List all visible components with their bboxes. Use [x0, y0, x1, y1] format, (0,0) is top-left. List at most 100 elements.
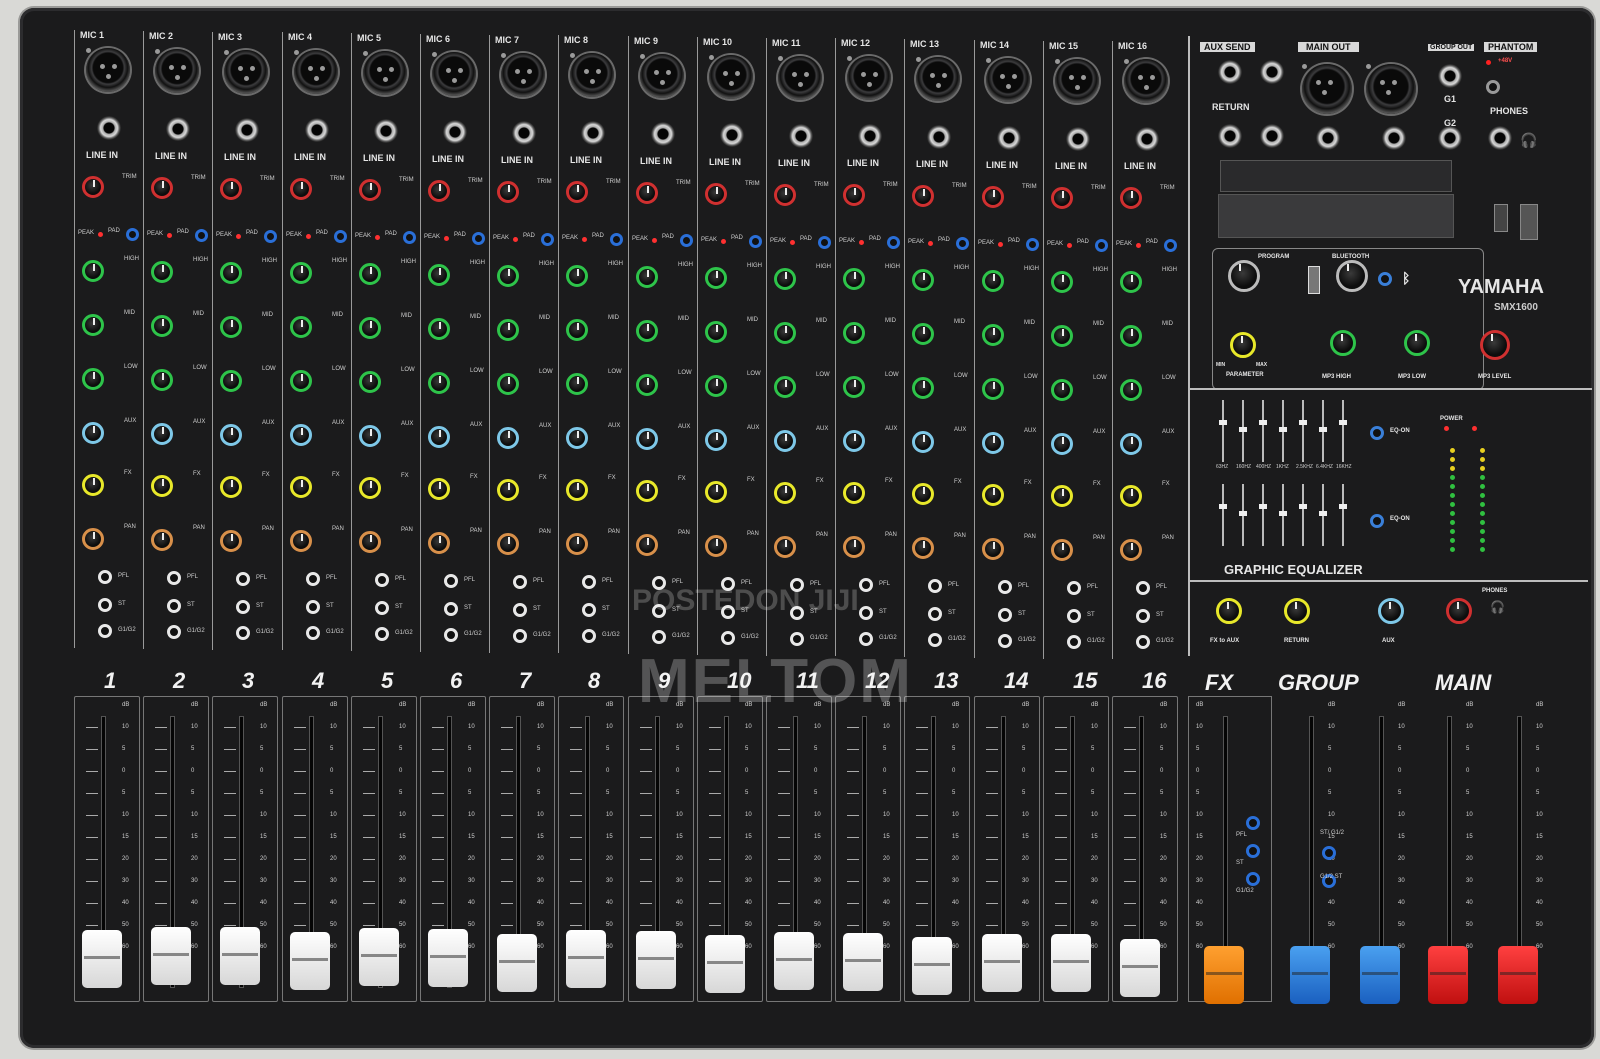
- usb-port-icon[interactable]: [1494, 204, 1508, 232]
- low-knob[interactable]: [912, 377, 934, 399]
- high-knob[interactable]: [1120, 271, 1142, 293]
- g1g2-button[interactable]: [444, 628, 458, 642]
- pfl-button[interactable]: [859, 578, 873, 592]
- fx-knob[interactable]: [774, 482, 796, 504]
- pfl-button[interactable]: [582, 575, 596, 589]
- aux-knob[interactable]: [982, 432, 1004, 454]
- mp3-high-knob[interactable]: [1330, 330, 1356, 356]
- low-knob[interactable]: [428, 372, 450, 394]
- low-knob[interactable]: [774, 376, 796, 398]
- low-knob[interactable]: [82, 368, 104, 390]
- g1g2-button[interactable]: [1136, 635, 1150, 649]
- trim-knob[interactable]: [636, 182, 658, 204]
- fx-knob[interactable]: [220, 476, 242, 498]
- trim-knob[interactable]: [82, 176, 104, 198]
- fx-knob[interactable]: [151, 475, 173, 497]
- st-button[interactable]: [306, 600, 320, 614]
- return-jack-left[interactable]: [1218, 124, 1242, 148]
- channel-fader[interactable]: [1051, 934, 1091, 992]
- group-fader-2[interactable]: [1360, 946, 1400, 1004]
- main-out-xlr-right[interactable]: [1366, 64, 1416, 114]
- high-knob[interactable]: [843, 268, 865, 290]
- channel-xlr-input[interactable]: [294, 50, 338, 94]
- geq-band-slider[interactable]: [1339, 420, 1347, 425]
- pan-knob[interactable]: [359, 531, 381, 553]
- program-knob[interactable]: [1228, 260, 1260, 292]
- geq-band-slider[interactable]: [1219, 504, 1227, 509]
- trim-knob[interactable]: [566, 181, 588, 203]
- st-button[interactable]: [98, 598, 112, 612]
- st-button[interactable]: [928, 607, 942, 621]
- pad-button[interactable]: [610, 233, 623, 246]
- high-knob[interactable]: [497, 265, 519, 287]
- pan-knob[interactable]: [705, 535, 727, 557]
- mid-knob[interactable]: [982, 324, 1004, 346]
- high-knob[interactable]: [290, 262, 312, 284]
- g1g2-button[interactable]: [167, 625, 181, 639]
- fx-parameter-knob[interactable]: [1230, 332, 1256, 358]
- geq-band-slider[interactable]: [1319, 427, 1327, 432]
- channel-fader[interactable]: [566, 930, 606, 988]
- st-button[interactable]: [444, 602, 458, 616]
- channel-xlr-input[interactable]: [778, 56, 822, 100]
- pfl-button[interactable]: [236, 572, 250, 586]
- fx-assign-button[interactable]: [1246, 872, 1260, 886]
- channel-fader[interactable]: [82, 930, 122, 988]
- pad-button[interactable]: [403, 231, 416, 244]
- channel-fader[interactable]: [290, 932, 330, 990]
- st-button[interactable]: [998, 608, 1012, 622]
- st-button[interactable]: [167, 599, 181, 613]
- trim-knob[interactable]: [843, 184, 865, 206]
- pad-button[interactable]: [195, 229, 208, 242]
- fx-knob[interactable]: [428, 478, 450, 500]
- trim-knob[interactable]: [1051, 187, 1073, 209]
- mid-knob[interactable]: [151, 315, 173, 337]
- geq-band-slider[interactable]: [1279, 427, 1287, 432]
- st-button[interactable]: [375, 601, 389, 615]
- pan-knob[interactable]: [774, 536, 796, 558]
- pan-knob[interactable]: [843, 536, 865, 558]
- trim-knob[interactable]: [497, 181, 519, 203]
- pfl-button[interactable]: [1067, 581, 1081, 595]
- trim-knob[interactable]: [1120, 187, 1142, 209]
- mid-knob[interactable]: [497, 319, 519, 341]
- mid-knob[interactable]: [912, 323, 934, 345]
- channel-line-jack[interactable]: [997, 126, 1021, 150]
- trim-knob[interactable]: [151, 177, 173, 199]
- g1g2-button[interactable]: [721, 631, 735, 645]
- channel-xlr-input[interactable]: [1124, 59, 1168, 103]
- pfl-button[interactable]: [928, 579, 942, 593]
- g1g2-button[interactable]: [998, 634, 1012, 648]
- fx-knob[interactable]: [1120, 485, 1142, 507]
- channel-xlr-input[interactable]: [640, 54, 684, 98]
- fx-master-fader[interactable]: [1204, 946, 1244, 1004]
- channel-line-jack[interactable]: [305, 118, 329, 142]
- pad-button[interactable]: [472, 232, 485, 245]
- geq-band-slider[interactable]: [1319, 511, 1327, 516]
- st-button[interactable]: [859, 606, 873, 620]
- fx-knob[interactable]: [705, 481, 727, 503]
- channel-xlr-input[interactable]: [570, 53, 614, 97]
- channel-xlr-input[interactable]: [432, 52, 476, 96]
- mid-knob[interactable]: [566, 319, 588, 341]
- pad-button[interactable]: [680, 234, 693, 247]
- aux-knob[interactable]: [774, 430, 796, 452]
- low-knob[interactable]: [566, 373, 588, 395]
- bluetooth-pair-button[interactable]: [1378, 272, 1392, 286]
- g1g2-button[interactable]: [1067, 635, 1081, 649]
- fx-knob[interactable]: [497, 479, 519, 501]
- pad-button[interactable]: [264, 230, 277, 243]
- group-assign-button[interactable]: [1322, 846, 1336, 860]
- geq-band-slider[interactable]: [1279, 511, 1287, 516]
- mid-knob[interactable]: [774, 322, 796, 344]
- g1g2-button[interactable]: [98, 624, 112, 638]
- pfl-button[interactable]: [306, 572, 320, 586]
- pan-knob[interactable]: [290, 530, 312, 552]
- pfl-button[interactable]: [98, 570, 112, 584]
- eq-on-button-2[interactable]: [1370, 514, 1384, 528]
- channel-xlr-input[interactable]: [986, 58, 1030, 102]
- aux-knob[interactable]: [1120, 433, 1142, 455]
- g1g2-button[interactable]: [652, 630, 666, 644]
- pfl-button[interactable]: [167, 571, 181, 585]
- channel-fader[interactable]: [774, 932, 814, 990]
